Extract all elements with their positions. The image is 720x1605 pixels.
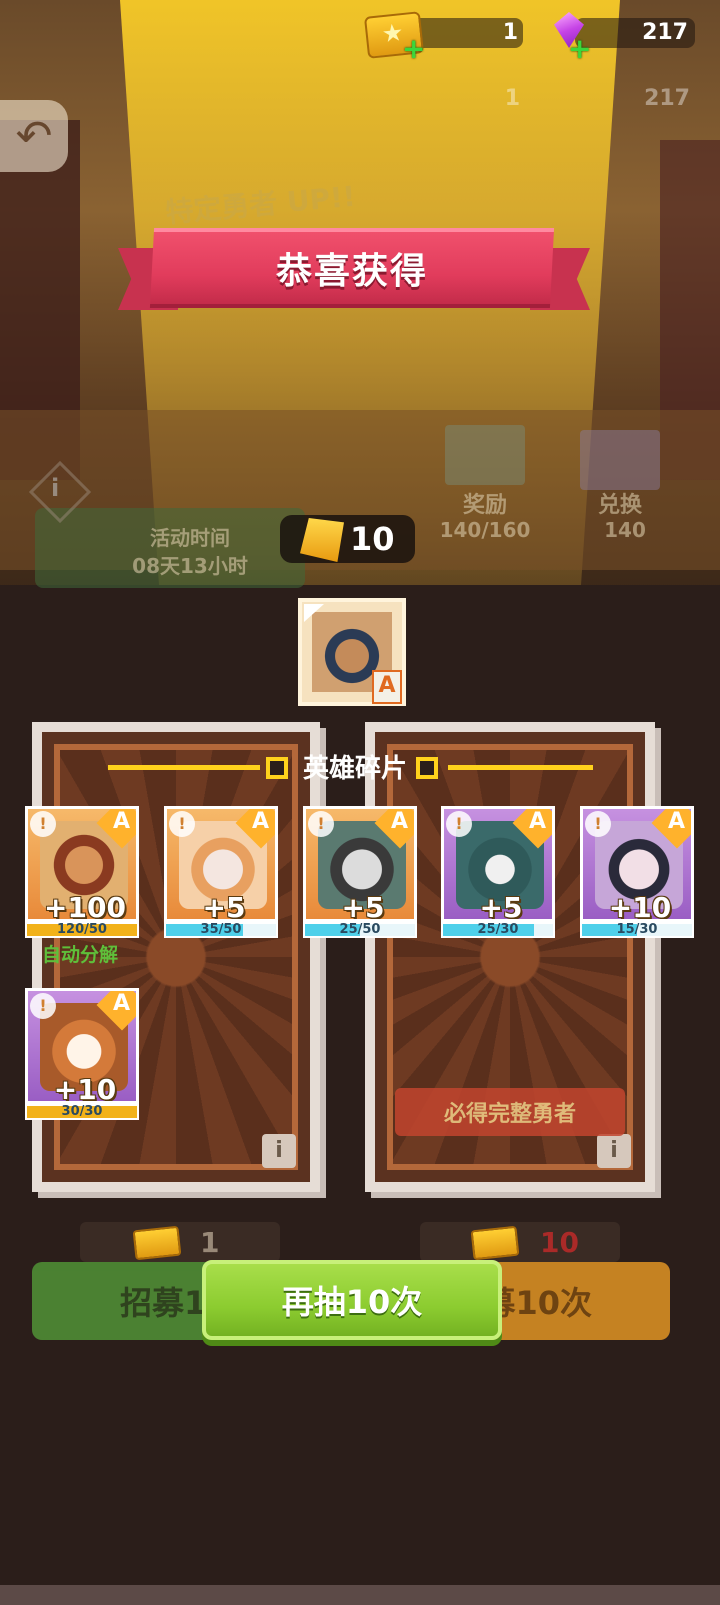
fragment-frame: ! A +5 <box>303 806 417 922</box>
hero-fragment-card[interactable]: ! A +10 15/30 <box>580 806 694 938</box>
fragment-frame: ! A +10 <box>25 988 139 1104</box>
fragment-frame: ! A +10 <box>580 806 694 922</box>
grade-badge: A <box>372 670 402 704</box>
bottom-edge <box>0 1585 720 1605</box>
header-square-right <box>416 757 438 779</box>
header-line-left <box>108 765 260 770</box>
hero-class-icon: ! <box>30 993 56 1019</box>
fragments-header: 英雄碎片 <box>302 754 407 784</box>
fragment-amount: +10 <box>608 891 672 922</box>
fragment-progress: 120/50 <box>57 922 107 937</box>
auto-decompose-label: 自动分解 <box>42 944 119 966</box>
single-cost: 1 <box>200 1226 220 1259</box>
ten-cost: 10 <box>540 1226 579 1259</box>
fragment-progress: 25/30 <box>477 922 519 937</box>
hero-class-icon: ! <box>308 811 334 837</box>
ticket-count: 1 <box>502 20 518 45</box>
grade-badge: A <box>251 809 269 834</box>
grade-badge: A <box>528 809 546 834</box>
hero-class-icon: ! <box>169 811 195 837</box>
gold-ticket-icon <box>132 1225 182 1261</box>
hero-fragment-card[interactable]: ! A +5 35/50 <box>164 806 278 938</box>
fragment-progress-bar: 15/30 <box>580 922 694 938</box>
reward-title-ribbon: 恭喜获得 <box>149 228 555 308</box>
fragment-progress-bar: 120/50 <box>25 922 139 938</box>
exchange-cost: 140 <box>604 518 646 542</box>
reward-progress: 140/160 <box>439 518 531 542</box>
obtained-hero-card[interactable]: A <box>298 598 406 706</box>
hero-class-icon: ! <box>446 811 472 837</box>
coin-reward-pill <box>280 515 415 563</box>
grade-badge: A <box>112 991 130 1016</box>
ghost-gem-count: 217 <box>644 85 690 111</box>
add-gem-icon[interactable]: + <box>568 35 591 63</box>
info-icon[interactable]: i <box>262 1134 296 1168</box>
fragment-progress-bar: 25/50 <box>303 922 417 938</box>
fragment-frame: ! A +5 <box>441 806 555 922</box>
header-square-left <box>266 757 288 779</box>
back-arrow-icon[interactable]: ↶ <box>0 100 68 172</box>
activity-label: 活动时间 <box>150 526 230 550</box>
exchange-chest-icon[interactable] <box>580 430 660 490</box>
guarantee-banner: 必得完整勇者 <box>395 1088 625 1136</box>
fragment-progress-bar: 25/30 <box>441 922 555 938</box>
redraw-ten-button[interactable]: 再抽10次 <box>202 1260 502 1340</box>
fragment-frame: ! A +100 <box>25 806 139 922</box>
grade-badge: A <box>390 809 408 834</box>
hero-class-icon: ! <box>585 811 611 837</box>
gold-ticket-icon <box>470 1225 520 1261</box>
fragment-progress-bar: 30/30 <box>25 1104 139 1120</box>
coin-reward-count: 10 <box>350 520 395 558</box>
reward-label: 奖励 <box>462 493 507 518</box>
fragment-progress-bar: 35/50 <box>164 922 278 938</box>
fragment-amount: +5 <box>479 891 523 922</box>
ghost-ticket-count: 1 <box>504 85 520 111</box>
info-icon: i <box>51 474 60 502</box>
page-title: 恭喜获得 <box>275 251 428 292</box>
hero-fragment-card[interactable]: ! A +5 25/30 <box>441 806 555 938</box>
reward-chest-icon[interactable] <box>445 425 525 485</box>
grade-badge: A <box>112 809 130 834</box>
fragment-amount: +10 <box>53 1073 117 1104</box>
fragment-progress: 25/50 <box>339 922 381 937</box>
grade-badge: A <box>667 809 685 834</box>
fragment-progress: 30/30 <box>61 1104 103 1119</box>
hero-class-icon: ! <box>30 811 56 837</box>
fragment-amount: +100 <box>44 891 126 922</box>
fragment-amount: +5 <box>341 891 385 922</box>
hero-fragment-card[interactable]: ! A +5 25/50 <box>303 806 417 938</box>
activity-time: 08天13小时 <box>132 554 248 578</box>
fragment-progress: 15/30 <box>616 922 658 937</box>
exchange-label: 兑换 <box>597 493 642 518</box>
fragment-progress: 35/50 <box>200 922 242 937</box>
ten-cost-pill <box>420 1222 620 1262</box>
gem-count: 217 <box>642 20 688 45</box>
fragment-frame: ! A +5 <box>164 806 278 922</box>
info-icon[interactable]: i <box>597 1134 631 1168</box>
header-line-right <box>448 765 593 770</box>
hero-fragment-card[interactable]: ! A +10 30/30 <box>25 988 139 1120</box>
hero-fragment-card[interactable]: ! A +100 120/50 <box>25 806 139 938</box>
fragment-amount: +5 <box>202 891 246 922</box>
